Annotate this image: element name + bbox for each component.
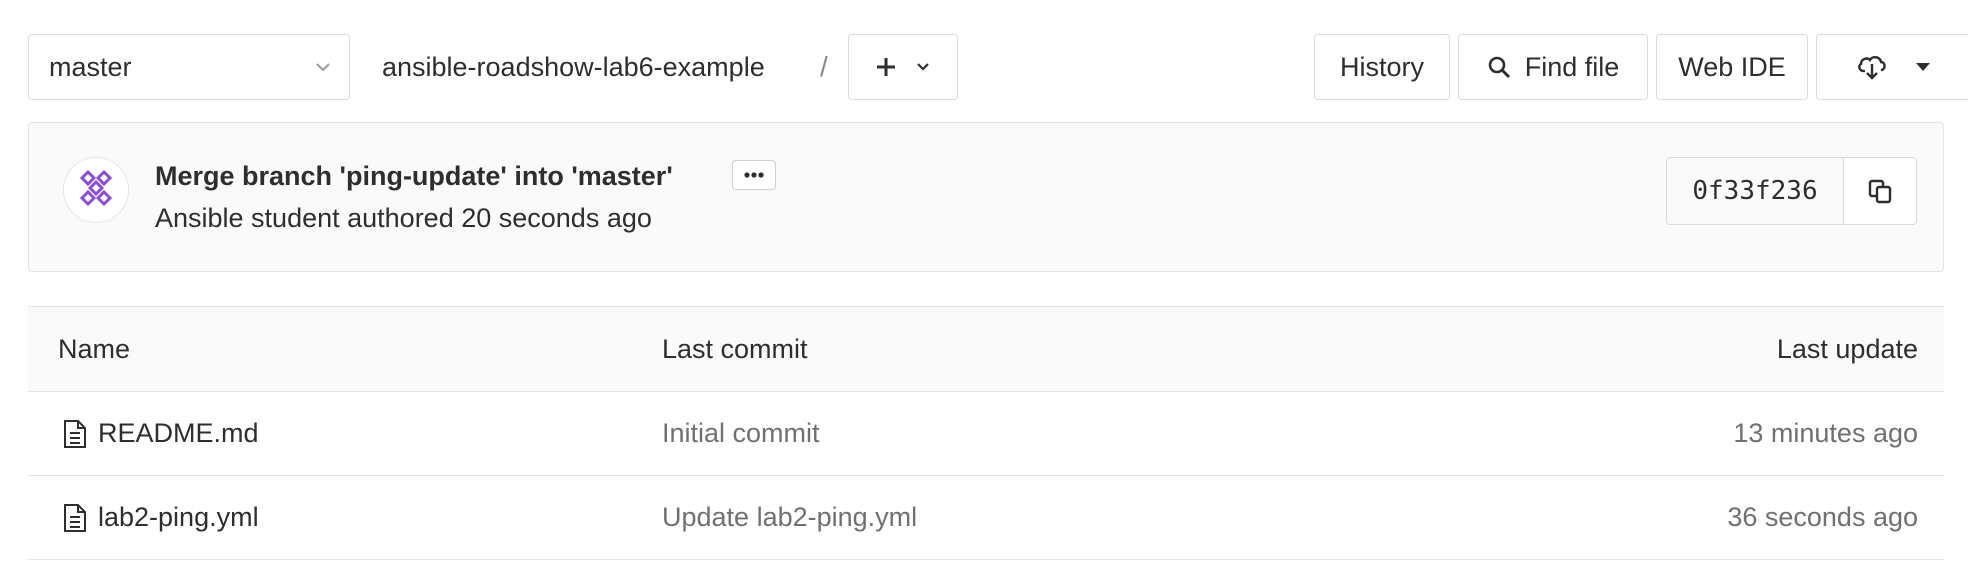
column-header-name: Name [58,333,131,364]
column-header-last-commit: Last commit [662,333,808,364]
file-name-cell: lab2-ping.yml [62,476,259,559]
repo-toolbar: master ansible-roadshow-lab6-example / H… [28,34,1968,100]
file-icon [64,503,86,532]
file-name-link[interactable]: README.md [98,418,259,449]
table-header: Name Last commit Last update [28,307,1944,392]
add-file-dropdown[interactable] [848,34,958,100]
path-separator: / [820,51,828,82]
copy-icon [1868,179,1892,204]
last-commit-link[interactable]: Initial commit [662,392,820,475]
web-ide-button[interactable]: Web IDE [1656,34,1808,100]
commit-author-meta: Ansible student authored 20 seconds ago [155,203,652,233]
last-update-time: 36 seconds ago [1727,502,1918,532]
identicon-icon [64,158,128,222]
toggle-commit-description-button[interactable] [732,160,776,190]
table-row[interactable]: lab2-ping.yml Update lab2-ping.yml 36 se… [28,476,1944,560]
ellipsis-icon [744,172,764,178]
history-button[interactable]: History [1314,34,1450,100]
search-icon [1488,56,1510,79]
cloud-download-icon [1858,56,1886,80]
find-file-button[interactable]: Find file [1458,34,1648,100]
chevron-down-icon [917,63,929,71]
commit-sha-group: 0f33f236 [1666,157,1917,225]
last-commit-link[interactable]: Update lab2-ping.yml [662,476,917,559]
commit-sha-link[interactable]: 0f33f236 [1667,158,1844,224]
file-tree-table: Name Last commit Last update README.md I… [28,306,1944,560]
plus-icon [877,58,895,76]
copy-sha-button[interactable] [1844,158,1916,224]
table-row[interactable]: README.md Initial commit 13 minutes ago [28,392,1944,476]
repository-page: master ansible-roadshow-lab6-example / H… [0,0,1968,576]
file-icon [64,419,86,448]
file-name-link[interactable]: lab2-ping.yml [98,502,259,533]
download-dropdown[interactable] [1816,34,1968,100]
last-update-time: 13 minutes ago [1733,418,1918,448]
column-header-last-update: Last update [1776,333,1918,364]
last-commit-panel: Merge branch 'ping-update' into 'master'… [28,122,1944,272]
chevron-down-icon [316,63,330,72]
branch-name: master [49,51,132,82]
branch-dropdown[interactable]: master [28,34,350,100]
commit-title-link[interactable]: Merge branch 'ping-update' into 'master' [155,161,673,192]
find-file-label: Find file [1524,51,1620,82]
avatar[interactable] [63,157,129,223]
caret-down-icon [1916,63,1930,71]
repo-breadcrumb-link[interactable]: ansible-roadshow-lab6-example [382,34,765,100]
file-name-cell: README.md [62,392,259,475]
